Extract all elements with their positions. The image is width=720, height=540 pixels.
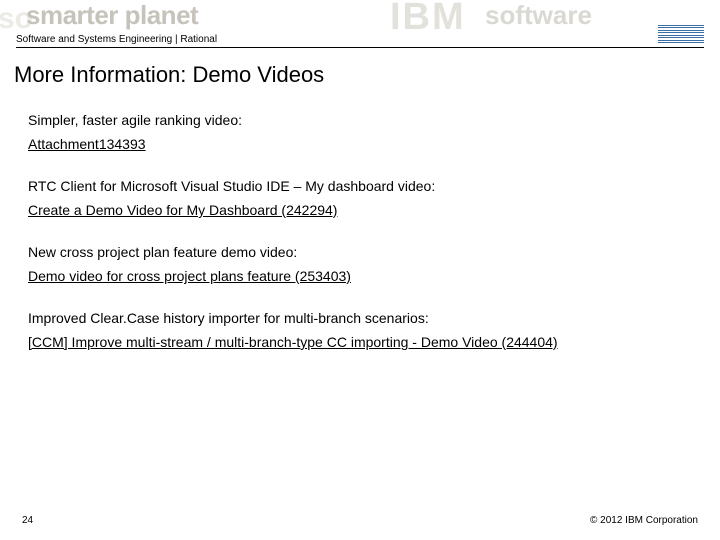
ibm-logo-icon [658,25,704,43]
page-title: More Information: Demo Videos [0,48,720,88]
section-label: New cross project plan feature demo vide… [28,244,692,260]
video-section: Improved Clear.Case history importer for… [28,310,692,350]
video-link[interactable]: Create a Demo Video for My Dashboard (24… [28,202,337,218]
content: Simpler, faster agile ranking video: Att… [0,88,720,350]
section-label: Simpler, faster agile ranking video: [28,112,692,128]
footer: 24 © 2012 IBM Corporation [0,515,720,526]
page-number: 24 [22,515,33,526]
copyright: © 2012 IBM Corporation [590,515,698,526]
section-label: RTC Client for Microsoft Visual Studio I… [28,178,692,194]
video-section: Simpler, faster agile ranking video: Att… [28,112,692,152]
section-label: Improved Clear.Case history importer for… [28,310,692,326]
header: Software and Systems Engineering | Ratio… [0,0,720,48]
video-link[interactable]: [CCM] Improve multi-stream / multi-branc… [28,334,558,350]
video-section: RTC Client for Microsoft Visual Studio I… [28,178,692,218]
video-link[interactable]: Demo video for cross project plans featu… [28,268,351,284]
video-link[interactable]: Attachment134393 [28,136,146,152]
breadcrumb: Software and Systems Engineering | Ratio… [16,34,217,45]
header-bar: Software and Systems Engineering | Ratio… [16,25,704,48]
video-section: New cross project plan feature demo vide… [28,244,692,284]
